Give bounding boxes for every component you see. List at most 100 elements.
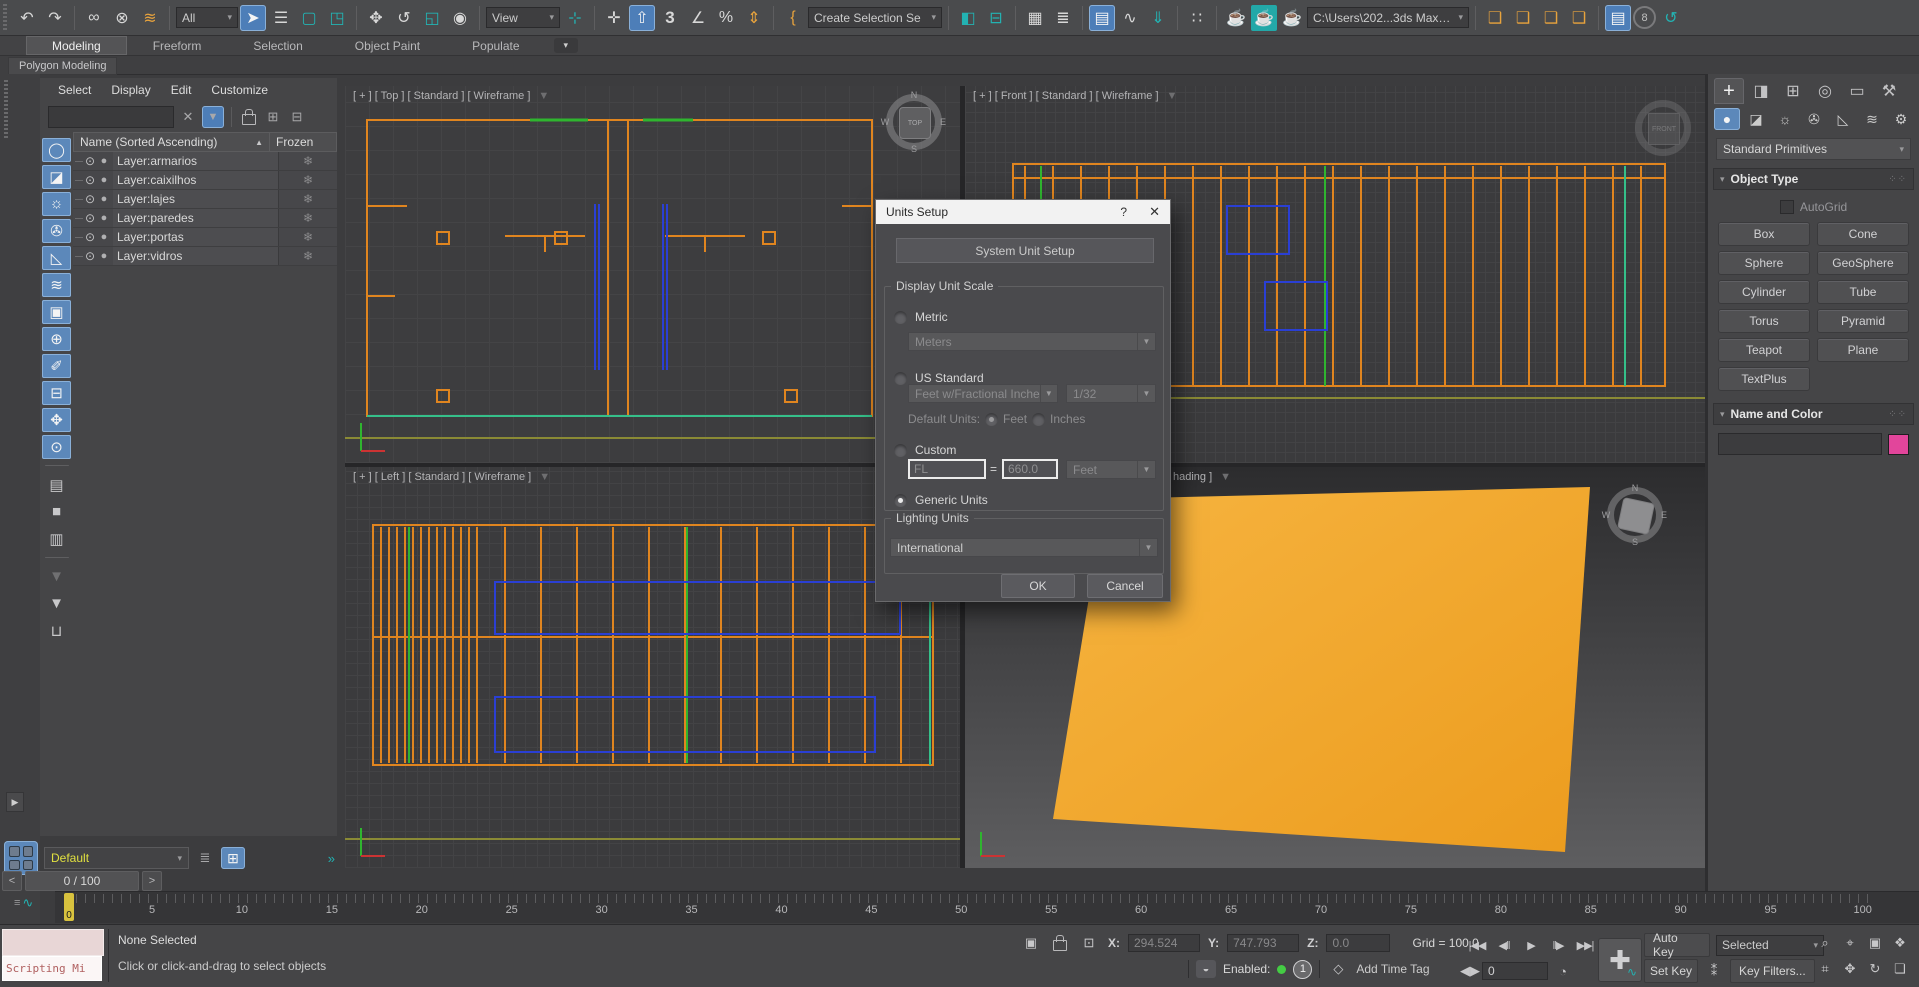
angle-snap-toggle-icon[interactable]: ∠: [685, 5, 711, 31]
reference-coordinate-dropdown[interactable]: View▾: [486, 7, 560, 28]
filter-config-icon[interactable]: ▼: [42, 565, 71, 589]
close-button[interactable]: ✕: [1149, 204, 1160, 220]
frozen-toggle-icon[interactable]: ❄: [278, 152, 337, 170]
viewport-perspective-label-partial[interactable]: hading ]: [1173, 471, 1212, 483]
layer-name[interactable]: Layer:portas: [113, 228, 278, 246]
filter-apply-icon[interactable]: ▼: [42, 592, 71, 616]
frozen-column-label[interactable]: Frozen: [269, 133, 336, 151]
visibility-eye-icon[interactable]: ⊙: [83, 230, 97, 244]
select-and-scale-icon[interactable]: ◱: [419, 5, 445, 31]
previous-frame-button[interactable]: ◀‖: [1491, 935, 1517, 955]
us-fraction-dropdown[interactable]: 1/32 ▼: [1066, 384, 1156, 403]
visibility-eye-icon[interactable]: ⊙: [83, 154, 97, 168]
current-frame-field[interactable]: 0: [1482, 962, 1548, 980]
layer-name[interactable]: Layer:armarios: [113, 152, 278, 170]
custom-unit-input[interactable]: FL: [908, 459, 986, 479]
layer-color-dot-icon[interactable]: ●: [97, 212, 111, 224]
window-crossing-toggle-icon[interactable]: ◳: [324, 5, 350, 31]
time-slider-playhead[interactable]: 0: [64, 893, 74, 921]
per-view-filter-icon[interactable]: ▼: [538, 90, 549, 102]
custom-scale-dropdown[interactable]: Feet ▼: [1066, 460, 1156, 479]
layout-preset-dropdown[interactable]: Default ▾: [44, 847, 189, 869]
tab-create[interactable]: +: [1714, 78, 1744, 104]
tab-hierarchy[interactable]: ⊞: [1778, 78, 1808, 104]
viewport-front-label[interactable]: [ + ] [ Front ] [ Standard ] [ Wireframe…: [973, 90, 1159, 102]
region-zoom-icon[interactable]: ⌗: [1814, 959, 1836, 979]
next-frame-button[interactable]: ‖▶: [1545, 935, 1571, 955]
ribbon-tab-object-paint[interactable]: Object Paint: [329, 36, 446, 55]
layer-name[interactable]: Layer:paredes: [113, 209, 278, 227]
filter-bones-icon[interactable]: ✐: [42, 354, 71, 378]
use-pivot-point-center-icon[interactable]: ⊹: [562, 5, 588, 31]
frame-counter[interactable]: 0 / 100: [25, 871, 139, 891]
ribbon-tab-selection[interactable]: Selection: [227, 36, 328, 55]
add-time-tag[interactable]: Add Time Tag: [1356, 962, 1429, 976]
primitive-button[interactable]: Cylinder: [1718, 280, 1810, 304]
keyable-icons-icon[interactable]: ⁑: [1703, 961, 1725, 981]
unlink-selection-icon[interactable]: ⊗: [109, 5, 135, 31]
category-helpers[interactable]: ◺: [1830, 108, 1856, 130]
primitive-button[interactable]: Plane: [1817, 338, 1909, 362]
expand-hierarchy-icon[interactable]: ⊞: [263, 107, 283, 127]
rectangular-selection-region-icon[interactable]: ▢: [296, 5, 322, 31]
viewport-layout-icon[interactable]: [4, 841, 38, 875]
anim-layer-badge[interactable]: 1: [1293, 960, 1312, 979]
mini-curve-editor-button[interactable]: ≡ ∿: [14, 895, 33, 911]
category-cameras[interactable]: ✇: [1801, 108, 1827, 130]
toggle-scene-explorer-icon[interactable]: ▤: [1089, 5, 1115, 31]
us-standard-label[interactable]: US Standard: [915, 371, 984, 385]
set-key-button[interactable]: Set Key: [1644, 959, 1698, 983]
go-to-end-button[interactable]: ▶▶|: [1572, 935, 1598, 955]
viewcube[interactable]: TOP N W E S: [886, 94, 942, 150]
auto-key-button[interactable]: Auto Key: [1644, 933, 1710, 957]
z-coordinate-field[interactable]: 0.0: [1326, 934, 1390, 952]
toggle-layer-explorer-icon[interactable]: ▦: [1022, 5, 1048, 31]
object-name-input[interactable]: [1718, 433, 1882, 455]
primitive-button[interactable]: Torus: [1718, 309, 1810, 333]
primitive-category-dropdown[interactable]: Standard Primitives ▾: [1716, 138, 1911, 160]
toggle-ribbon-icon[interactable]: ≣: [1050, 5, 1076, 31]
filter-cameras-icon[interactable]: ✇: [42, 219, 71, 243]
object-color-swatch[interactable]: [1888, 434, 1909, 455]
explorer-menu-item[interactable]: Customize: [211, 83, 268, 97]
named-selection-sets-dropdown[interactable]: Create Selection Se▾: [808, 7, 942, 28]
viewport-left[interactable]: [ + ] [ Left ] [ Standard ] [ Wireframe …: [345, 467, 960, 868]
selection-lock-icon[interactable]: [1050, 933, 1070, 953]
category-shapes[interactable]: ◪: [1743, 108, 1769, 130]
select-and-rotate-icon[interactable]: ↺: [391, 5, 417, 31]
maxscript-mini-listener[interactable]: Scripting Mi: [2, 956, 102, 981]
open-script-icon[interactable]: ❑: [1510, 5, 1536, 31]
ribbon-tab-modeling[interactable]: Modeling: [26, 36, 127, 55]
play-button[interactable]: ▶: [1518, 935, 1544, 955]
primitive-button[interactable]: Teapot: [1718, 338, 1810, 362]
select-object-icon[interactable]: ➤: [240, 5, 266, 31]
layer-color-dot-icon[interactable]: ●: [97, 250, 111, 262]
project-folder-dropdown[interactable]: C:\Users\202...3ds Max 2023▾: [1307, 7, 1469, 28]
system-unit-setup-button[interactable]: System Unit Setup: [896, 238, 1154, 263]
lock-explorer-icon[interactable]: [239, 107, 259, 127]
selection-set-dropdown[interactable]: Selected ▾: [1716, 935, 1824, 956]
custom-label[interactable]: Custom: [915, 443, 956, 457]
ribbon-section-polygon-modeling[interactable]: Polygon Modeling: [8, 57, 117, 75]
category-lights[interactable]: ☼: [1772, 108, 1798, 130]
layer-row[interactable]: ⊙ ● Layer:lajes ❄: [73, 190, 337, 209]
viewcube[interactable]: FRONT: [1635, 100, 1691, 156]
filter-shapes-icon[interactable]: ◪: [42, 165, 71, 189]
default-inches-radio[interactable]: [1032, 413, 1045, 426]
help-button[interactable]: ?: [1120, 205, 1127, 219]
viewcube[interactable]: N W E S: [1607, 487, 1663, 543]
per-view-filter-icon[interactable]: ▼: [1167, 90, 1178, 102]
layer-name[interactable]: Layer:vidros: [113, 247, 278, 265]
orbit-icon[interactable]: ↻: [1864, 959, 1886, 979]
layer-row[interactable]: ⊙ ● Layer:armarios ❄: [73, 152, 337, 171]
name-column-label[interactable]: Name (Sorted Ascending): [80, 135, 217, 149]
filter-geometry-icon[interactable]: ◯: [42, 138, 71, 162]
per-view-filter-icon[interactable]: ▼: [539, 471, 550, 483]
us-unit-dropdown[interactable]: Feet w/Fractional Inches ▼: [908, 384, 1058, 403]
feet-label[interactable]: Feet: [1003, 412, 1027, 426]
bind-to-space-warp-icon[interactable]: ≋: [137, 5, 163, 31]
align-icon[interactable]: ⊟: [983, 5, 1009, 31]
autosave-count-badge[interactable]: 8: [1633, 6, 1656, 29]
viewport-left-label[interactable]: [ + ] [ Left ] [ Standard ] [ Wireframe …: [353, 471, 531, 483]
maxscript-listener-pink[interactable]: [2, 929, 104, 956]
